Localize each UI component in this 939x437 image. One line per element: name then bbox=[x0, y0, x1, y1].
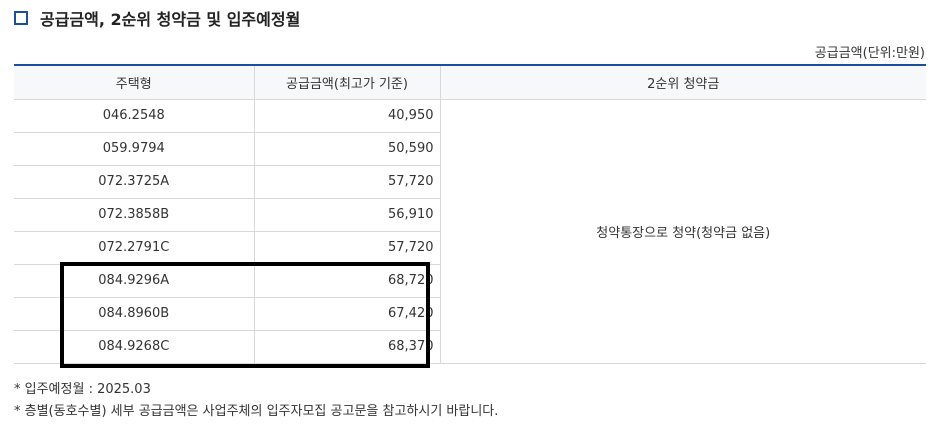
footnote-floor-price: * 층별(동호수별) 세부 공급금액은 사업주체의 입주자모집 공고문을 참고하… bbox=[14, 404, 499, 419]
cell-price: 68,370 bbox=[253, 330, 440, 364]
section-title-text: 공급금액, 2순위 청약금 및 입주예정월 bbox=[40, 10, 301, 29]
unit-note: 공급금액(단위:만원) bbox=[814, 46, 925, 61]
header-type: 주택형 bbox=[14, 64, 254, 100]
table-header-row: 주택형 공급금액(최고가 기준) 2순위 청약금 bbox=[14, 64, 926, 100]
cell-price: 56,910 bbox=[253, 198, 440, 232]
cell-price: 50,590 bbox=[253, 132, 440, 166]
square-bullet-icon bbox=[14, 11, 28, 25]
cell-type: 084.8960B bbox=[14, 297, 254, 331]
cell-type: 046.2548 bbox=[14, 99, 254, 133]
footnote-move-in: * 입주예정월 : 2025.03 bbox=[14, 382, 151, 397]
cell-deposit-note: 청약통장으로 청약(청약금 없음) bbox=[439, 99, 926, 364]
cell-price: 40,950 bbox=[253, 99, 440, 133]
cell-type: 084.9268C bbox=[14, 330, 254, 364]
cell-price: 57,720 bbox=[253, 165, 440, 199]
cell-price: 68,720 bbox=[253, 264, 440, 298]
cell-type: 072.2791C bbox=[14, 231, 254, 265]
cell-type: 072.3858B bbox=[14, 198, 254, 232]
cell-type: 072.3725A bbox=[14, 165, 254, 199]
cell-type: 084.9296A bbox=[14, 264, 254, 298]
cell-type: 059.9794 bbox=[14, 132, 254, 166]
cell-price: 57,720 bbox=[253, 231, 440, 265]
table-row: 046.2548 40,950 청약통장으로 청약(청약금 없음) bbox=[14, 99, 926, 364]
cell-price: 67,420 bbox=[253, 297, 440, 331]
supply-price-table: 주택형 공급금액(최고가 기준) 2순위 청약금 046.2548 40,950… bbox=[14, 64, 926, 364]
header-price: 공급금액(최고가 기준) bbox=[253, 64, 440, 100]
header-deposit: 2순위 청약금 bbox=[439, 64, 926, 100]
section-title: 공급금액, 2순위 청약금 및 입주예정월 bbox=[14, 6, 300, 30]
